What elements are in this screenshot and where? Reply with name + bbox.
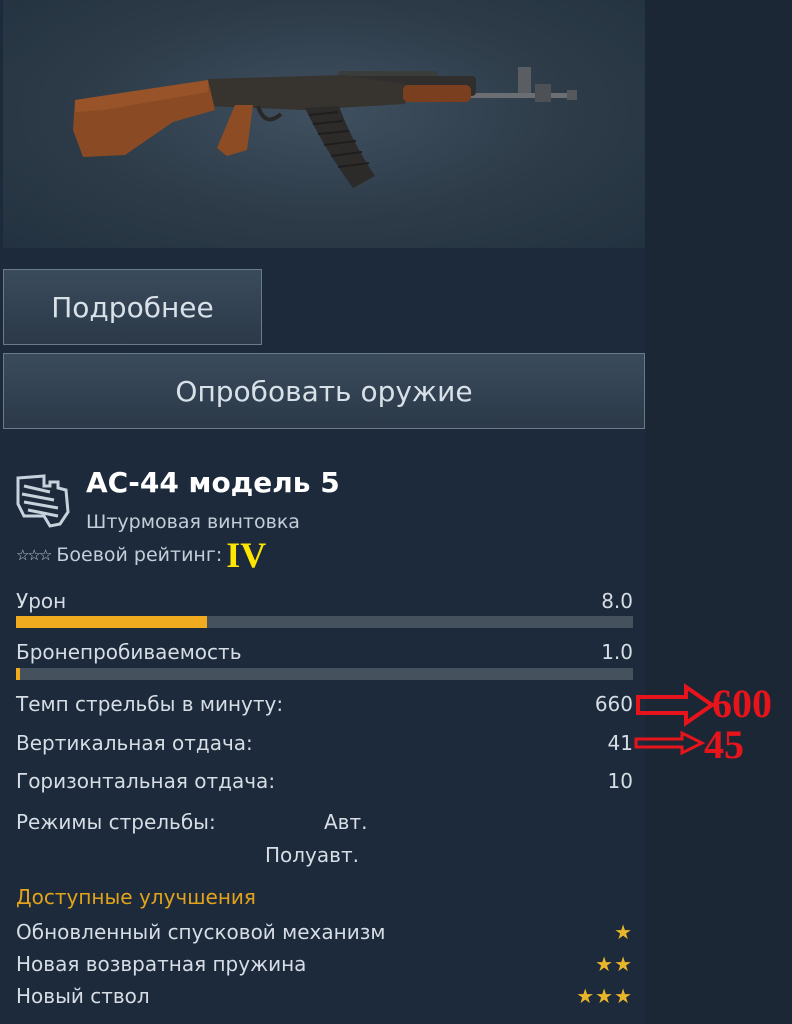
annotation-arrows: [634, 683, 716, 756]
annotation-vertical-recoil: 45: [704, 722, 744, 767]
arrow-icon: [634, 730, 706, 756]
annotation-rate-of-fire: 600: [712, 681, 772, 726]
arrow-icon: [636, 683, 716, 727]
